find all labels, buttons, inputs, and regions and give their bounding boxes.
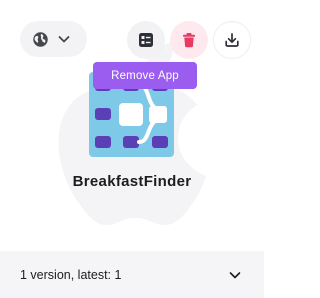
chevron-down-icon <box>229 271 241 278</box>
app-card: Remove App BreakfastFinder 1 version, la… <box>0 0 264 298</box>
globe-icon <box>33 31 48 47</box>
remove-app-tooltip: Remove App <box>93 62 197 89</box>
language-selector[interactable] <box>20 21 87 57</box>
trash-icon <box>183 33 195 48</box>
app-name: BreakfastFinder <box>72 173 192 190</box>
list-details-icon <box>139 33 153 47</box>
download-button[interactable] <box>213 21 251 59</box>
app-details-button[interactable] <box>127 21 165 59</box>
version-selector[interactable]: 1 version, latest: 1 <box>0 251 264 298</box>
download-icon <box>225 33 239 47</box>
chevron-down-icon <box>58 36 70 43</box>
version-summary: 1 version, latest: 1 <box>20 267 122 282</box>
remove-app-button[interactable] <box>170 21 208 59</box>
